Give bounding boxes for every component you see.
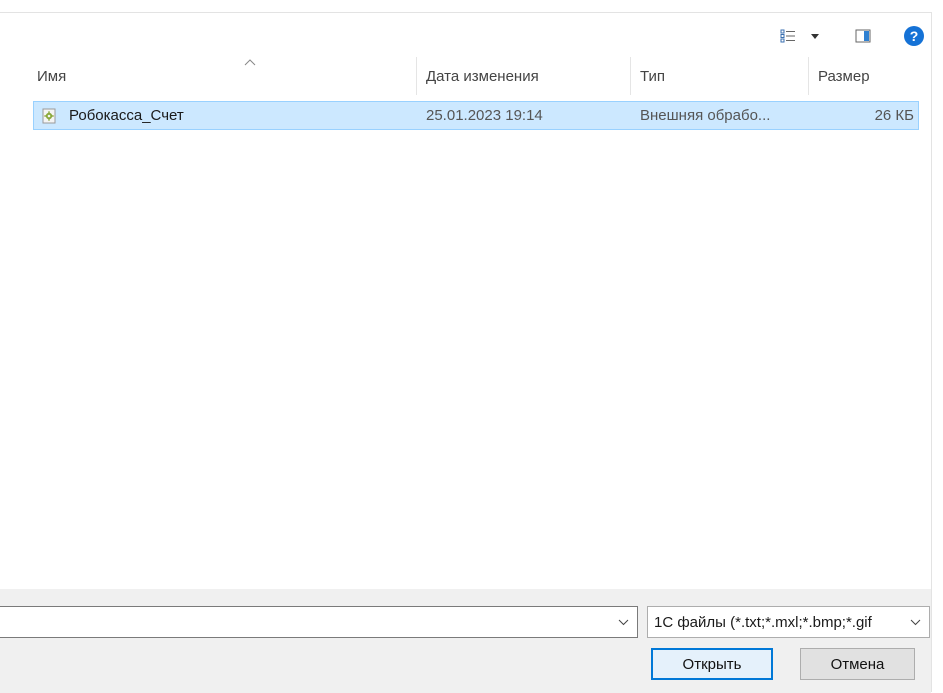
file-type-filter-value: 1С файлы (*.txt;*.mxl;*.bmp;*.gif [654, 613, 872, 631]
file-size: 26 КБ [874, 107, 914, 124]
column-header-label: Имя [37, 67, 67, 85]
column-header-label: Размер [818, 67, 870, 85]
chevron-down-icon[interactable] [618, 618, 629, 626]
data-processor-file-icon [42, 108, 56, 124]
sort-ascending-icon [244, 59, 256, 66]
file-date: 25.01.2023 19:14 [426, 107, 543, 124]
file-dialog: ? Имя Дата изменения Тип Размер Робокасс… [0, 12, 932, 693]
dialog-footer: 1С файлы (*.txt;*.mxl;*.bmp;*.gif Открыт… [0, 589, 931, 693]
help-icon: ? [904, 26, 924, 46]
cancel-button[interactable]: Отмена [800, 648, 915, 680]
toolbar: ? [0, 13, 931, 57]
help-button[interactable]: ? [902, 25, 926, 47]
details-view-icon [780, 29, 795, 43]
file-name: Робокасса_Счет [69, 107, 184, 124]
column-header-row: Имя Дата изменения Тип Размер [0, 57, 931, 95]
file-type: Внешняя обрабо... [640, 107, 771, 124]
chevron-down-icon [910, 619, 921, 626]
file-list[interactable]: Робокасса_Счет 25.01.2023 19:14 Внешняя … [0, 95, 931, 589]
column-header-date[interactable]: Дата изменения [416, 57, 630, 95]
preview-pane-icon [855, 29, 871, 43]
column-header-size[interactable]: Размер [808, 57, 931, 95]
open-button[interactable]: Открыть [651, 648, 773, 680]
column-header-type[interactable]: Тип [630, 57, 808, 95]
column-header-label: Тип [640, 67, 666, 85]
file-name-input[interactable] [0, 606, 638, 638]
change-view-button[interactable] [776, 25, 826, 47]
preview-pane-button[interactable] [850, 25, 876, 47]
file-type-filter-select[interactable]: 1С файлы (*.txt;*.mxl;*.bmp;*.gif [647, 606, 930, 638]
caret-down-icon [811, 34, 819, 39]
column-header-label: Дата изменения [426, 67, 539, 85]
file-row[interactable]: Робокасса_Счет 25.01.2023 19:14 Внешняя … [33, 101, 919, 130]
column-header-name[interactable]: Имя [28, 57, 416, 95]
